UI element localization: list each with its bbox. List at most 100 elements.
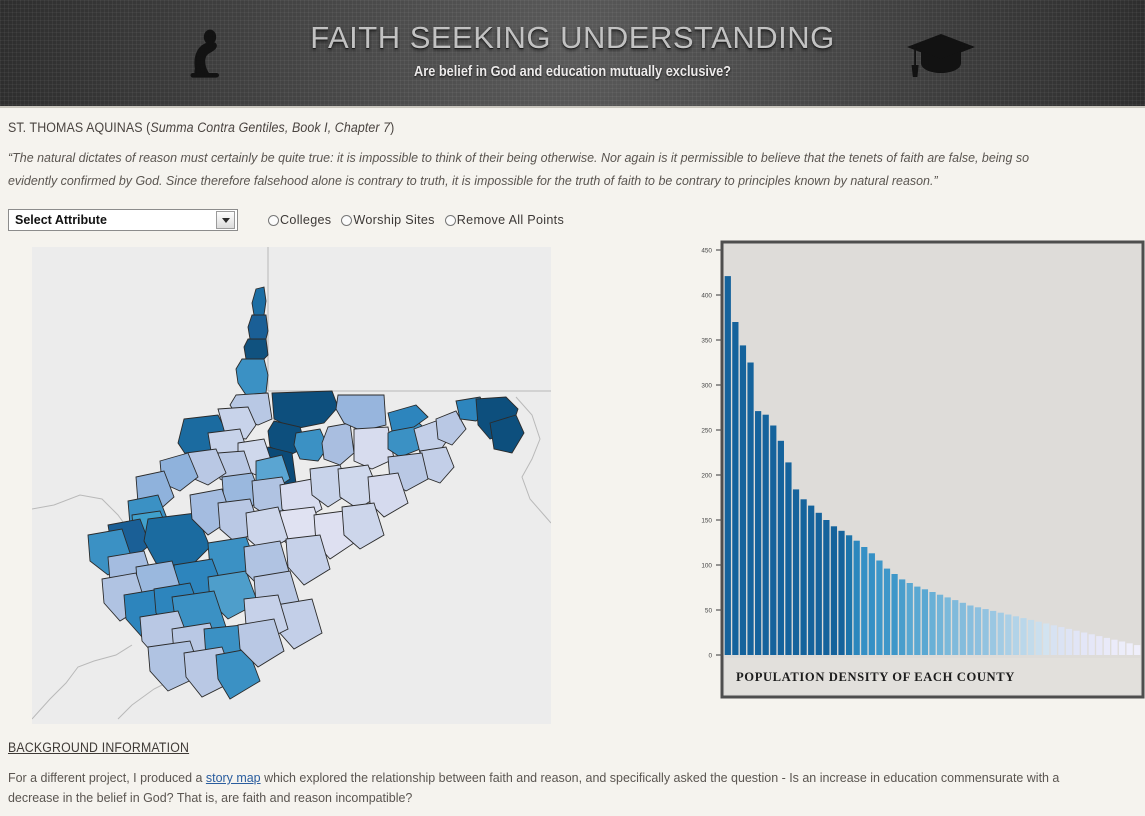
bar[interactable] (1043, 623, 1050, 656)
background-information-section: BACKGROUND INFORMATION For a different p… (8, 740, 1143, 809)
bar[interactable] (830, 526, 838, 655)
chevron-down-icon[interactable] (216, 211, 235, 229)
bar[interactable] (853, 540, 860, 655)
bar[interactable] (1081, 632, 1088, 656)
quote-source-suffix: ) (390, 120, 395, 135)
y-tick-label: 0 (708, 653, 712, 660)
bar[interactable] (891, 574, 898, 655)
bar[interactable] (815, 512, 822, 655)
bar[interactable] (1065, 628, 1073, 655)
y-tick-label: 50 (705, 608, 713, 615)
y-tick-label: 300 (701, 383, 712, 390)
radio-circle-icon[interactable] (341, 215, 353, 226)
attribute-select[interactable]: Select Attribute (8, 209, 238, 231)
radio-remove-all-points[interactable]: Remove All Points (444, 213, 565, 227)
bar[interactable] (990, 610, 997, 655)
radio-circle-icon[interactable] (444, 215, 456, 226)
bar[interactable] (997, 612, 1004, 655)
bar[interactable] (747, 362, 754, 656)
graduation-cap-icon (905, 32, 977, 85)
site-header-banner: FAITH SEEKING UNDERSTANDING Are belief i… (0, 0, 1145, 108)
quote-text: “The natural dictates of reason must cer… (8, 150, 1030, 188)
background-information-body: For a different project, I produced a st… (8, 768, 1081, 809)
bar[interactable] (1050, 625, 1057, 655)
west-virginia-county-map[interactable] (32, 247, 551, 724)
bar[interactable] (967, 605, 974, 656)
point-layer-radio-group: Colleges Worship Sites Remove All Points (268, 213, 574, 227)
bar[interactable] (1096, 636, 1103, 655)
quote-block: ST. THOMAS AQUINAS (Summa Contra Gentile… (0, 112, 1145, 192)
chart-title: POPULATION DENSITY OF EACH COUNTY (736, 670, 1015, 684)
quote-source-prefix: ST. THOMAS AQUINAS ( (8, 120, 151, 135)
bar[interactable] (792, 489, 800, 655)
map-svg[interactable] (32, 247, 551, 724)
bar[interactable] (868, 553, 875, 655)
bar[interactable] (755, 411, 762, 655)
radio-colleges[interactable]: Colleges (268, 213, 331, 227)
bar[interactable] (1118, 641, 1126, 656)
radio-worship-sites[interactable]: Worship Sites (341, 213, 434, 227)
bar[interactable] (1005, 614, 1012, 656)
bar[interactable] (914, 586, 921, 655)
bar[interactable] (739, 345, 747, 655)
background-information-heading: BACKGROUND INFORMATION (8, 740, 190, 755)
bar[interactable] (838, 530, 845, 655)
story-map-link[interactable]: story map (206, 770, 261, 785)
bar[interactable] (808, 505, 815, 655)
radio-worship-sites-label: Worship Sites (353, 213, 435, 227)
population-density-bar-chart[interactable]: 0 50 100 150 200 250 300 350 400 450 POPULATION D… (690, 240, 1145, 700)
bar[interactable] (777, 440, 784, 655)
bar[interactable] (929, 592, 936, 655)
radio-circle-icon[interactable] (268, 215, 279, 226)
bar[interactable] (1073, 630, 1080, 655)
bar[interactable] (982, 609, 989, 655)
map-controls: Select Attribute Colleges Worship Sites … (8, 209, 574, 231)
bg-body-before: For a different project, I produced a (8, 770, 206, 785)
bar[interactable] (944, 597, 951, 655)
bar[interactable] (732, 322, 739, 655)
y-tick-label: 400 (701, 293, 712, 300)
radio-remove-all-points-label: Remove All Points (456, 213, 565, 227)
bar[interactable] (823, 520, 830, 655)
bar[interactable] (959, 602, 966, 655)
bar[interactable] (1058, 627, 1065, 655)
y-tick-label: 250 (701, 428, 712, 435)
bar[interactable] (952, 600, 959, 655)
bar[interactable] (1088, 634, 1095, 655)
bar[interactable] (1035, 621, 1042, 655)
bar[interactable] (1027, 619, 1035, 655)
attribute-select-face[interactable]: Select Attribute (8, 209, 238, 231)
attribute-select-value: Select Attribute (15, 213, 107, 227)
radio-colleges-label: Colleges (280, 213, 332, 227)
bar[interactable] (845, 535, 853, 655)
y-tick-label: 450 (701, 248, 712, 255)
bar[interactable] (883, 568, 891, 655)
y-tick-label: 350 (701, 338, 712, 345)
bar[interactable] (785, 462, 792, 655)
bar[interactable] (906, 583, 913, 655)
county[interactable] (247, 314, 269, 340)
y-tick-label: 200 (701, 473, 712, 480)
bar[interactable] (1012, 616, 1020, 655)
county[interactable] (243, 338, 269, 360)
bar[interactable] (800, 499, 807, 655)
bar[interactable] (1020, 618, 1027, 655)
bar[interactable] (974, 607, 982, 655)
quote-source-work: Summa Contra Gentiles, Book I, Chapter 7 (150, 120, 391, 135)
bar[interactable] (770, 425, 777, 656)
bar[interactable] (1111, 639, 1118, 655)
y-tick-label: 100 (701, 563, 712, 570)
bar[interactable] (861, 547, 868, 655)
quote-source: ST. THOMAS AQUINAS (Summa Contra Gentile… (8, 120, 1047, 135)
bar[interactable] (936, 594, 944, 655)
bar[interactable] (1103, 637, 1110, 655)
bar[interactable] (921, 589, 929, 655)
bar[interactable] (1126, 643, 1133, 655)
y-tick-label: 150 (701, 518, 712, 525)
bar[interactable] (724, 276, 731, 655)
bar[interactable] (1134, 645, 1141, 655)
chart-svg[interactable]: 0 50 100 150 200 250 300 350 400 450 POPULATION D… (690, 240, 1145, 700)
bar[interactable] (876, 560, 883, 656)
bar[interactable] (899, 579, 906, 655)
bar[interactable] (762, 414, 769, 655)
